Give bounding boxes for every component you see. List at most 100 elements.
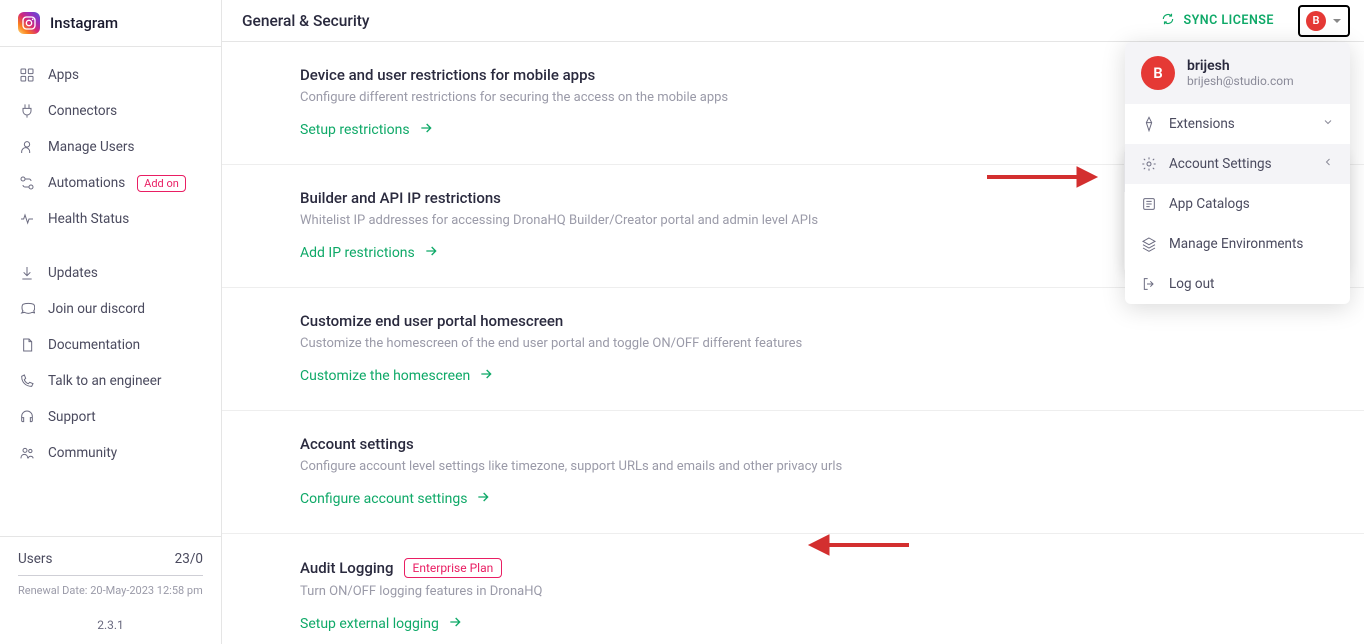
usermenu-label: Log out: [1169, 276, 1214, 292]
plug-icon: [18, 102, 36, 120]
card-account-settings: Account settings Configure account level…: [222, 411, 1364, 534]
user-email: brijesh@studio.com: [1187, 74, 1294, 88]
sidebar-item-label: Health Status: [48, 211, 129, 227]
users-icon: [18, 444, 36, 462]
chevron-left-icon: [1322, 156, 1334, 172]
customize-homescreen-link[interactable]: Customize the homescreen: [300, 366, 494, 386]
grid-icon: [18, 66, 36, 84]
sidebar-item-label: Talk to an engineer: [48, 373, 161, 389]
configure-account-settings-link[interactable]: Configure account settings: [300, 489, 491, 509]
sidebar-item-label: Updates: [48, 265, 98, 281]
sidebar-footer: Users 23/0 Renewal Date: 20-May-2023 12:…: [0, 536, 221, 608]
arrow-right-icon: [447, 614, 463, 634]
download-icon: [18, 264, 36, 282]
sidebar-item-label: Documentation: [48, 337, 140, 353]
usermenu-label: Account Settings: [1169, 156, 1272, 172]
addon-badge: Add on: [137, 175, 186, 192]
usermenu-label: App Catalogs: [1169, 196, 1250, 212]
headset-icon: [18, 408, 36, 426]
usermenu-label: Extensions: [1169, 116, 1235, 132]
sidebar-item-health-status[interactable]: Health Status: [0, 201, 221, 237]
sidebar-item-apps[interactable]: Apps: [0, 57, 221, 93]
heartbeat-icon: [18, 210, 36, 228]
users-count: 23/0: [175, 551, 203, 567]
arrow-right-icon: [423, 243, 439, 263]
sidebar-item-documentation[interactable]: Documentation: [0, 327, 221, 363]
instagram-logo-icon: [18, 12, 40, 34]
usermenu-item-logout[interactable]: Log out: [1125, 264, 1350, 304]
caret-down-icon: [1332, 11, 1342, 30]
avatar-initial: B: [1306, 11, 1326, 31]
logout-icon: [1141, 276, 1157, 292]
card-desc: Turn ON/OFF logging features in DronaHQ: [300, 584, 1364, 599]
card-desc: Customize the homescreen of the end user…: [300, 336, 1364, 351]
automation-icon: [18, 174, 36, 192]
usermenu-item-extensions[interactable]: Extensions: [1125, 104, 1350, 144]
usermenu-item-account-settings[interactable]: Account Settings: [1125, 144, 1350, 184]
sync-label: SYNC LICENSE: [1183, 13, 1274, 28]
action-label: Customize the homescreen: [300, 368, 470, 384]
sidebar: Instagram Apps Connectors Manage Users A…: [0, 0, 222, 644]
refresh-icon: [1161, 12, 1175, 30]
user-avatar-button[interactable]: B: [1298, 5, 1350, 37]
card-title: Audit Logging: [300, 559, 394, 577]
pen-icon: [1141, 116, 1157, 132]
card-desc: Configure account level settings like ti…: [300, 459, 1364, 474]
sidebar-item-label: Connectors: [48, 103, 117, 119]
sidebar-item-automations[interactable]: Automations Add on: [0, 165, 221, 201]
chevron-down-icon: [1322, 116, 1334, 132]
doc-icon: [18, 336, 36, 354]
card-audit-logging: Audit Logging Enterprise Plan Turn ON/OF…: [222, 534, 1364, 644]
annotation-arrow-icon: [804, 530, 914, 560]
setup-restrictions-link[interactable]: Setup restrictions: [300, 120, 434, 140]
gear-icon: [1141, 156, 1157, 172]
sidebar-item-community[interactable]: Community: [0, 435, 221, 471]
sidebar-nav: Apps Connectors Manage Users Automations…: [0, 47, 221, 536]
annotation-arrow-icon: [982, 162, 1102, 192]
usermenu-item-manage-environments[interactable]: Manage Environments: [1125, 224, 1350, 264]
user-dropdown-menu: B brijesh brijesh@studio.com Extensions …: [1125, 42, 1350, 304]
card-title: Account settings: [300, 435, 1364, 453]
sidebar-item-label: Manage Users: [48, 139, 134, 155]
layers-icon: [1141, 236, 1157, 252]
add-ip-restrictions-link[interactable]: Add IP restrictions: [300, 243, 439, 263]
user-avatar-icon: B: [1141, 56, 1175, 90]
user-name: brijesh: [1187, 58, 1294, 74]
main: General & Security SYNC LICENSE B Device…: [222, 0, 1364, 644]
renewal-date: Renewal Date: 20-May-2023 12:58 pm: [18, 584, 203, 598]
sidebar-item-updates[interactable]: Updates: [0, 255, 221, 291]
sidebar-item-label: Community: [48, 445, 117, 461]
arrow-right-icon: [418, 120, 434, 140]
action-label: Setup external logging: [300, 616, 439, 632]
action-label: Add IP restrictions: [300, 245, 415, 261]
card-title: Customize end user portal homescreen: [300, 312, 1364, 330]
setup-external-logging-link[interactable]: Setup external logging: [300, 614, 463, 634]
sidebar-item-engineer[interactable]: Talk to an engineer: [0, 363, 221, 399]
sidebar-item-label: Apps: [48, 67, 79, 83]
action-label: Configure account settings: [300, 491, 467, 507]
arrow-right-icon: [478, 366, 494, 386]
enterprise-badge: Enterprise Plan: [404, 558, 503, 578]
phone-icon: [18, 372, 36, 390]
sidebar-item-connectors[interactable]: Connectors: [0, 93, 221, 129]
usermenu-label: Manage Environments: [1169, 236, 1303, 252]
sidebar-item-discord[interactable]: Join our discord: [0, 291, 221, 327]
brand-name: Instagram: [50, 14, 118, 32]
sidebar-item-support[interactable]: Support: [0, 399, 221, 435]
card-homescreen: Customize end user portal homescreen Cus…: [222, 288, 1364, 411]
sidebar-item-manage-users[interactable]: Manage Users: [0, 129, 221, 165]
catalog-icon: [1141, 196, 1157, 212]
user-menu-header: B brijesh brijesh@studio.com: [1125, 42, 1350, 104]
page-title: General & Security: [242, 12, 370, 30]
topbar: General & Security SYNC LICENSE B: [222, 0, 1364, 42]
arrow-right-icon: [475, 489, 491, 509]
users-label: Users: [18, 551, 52, 567]
usermenu-item-app-catalogs[interactable]: App Catalogs: [1125, 184, 1350, 224]
sidebar-item-label: Automations: [48, 175, 125, 191]
action-label: Setup restrictions: [300, 122, 410, 138]
brand-header: Instagram: [0, 0, 221, 47]
version-label: 2.3.1: [0, 608, 221, 644]
sidebar-item-label: Support: [48, 409, 96, 425]
sync-license-button[interactable]: SYNC LICENSE: [1151, 6, 1284, 36]
sidebar-item-label: Join our discord: [48, 301, 145, 317]
